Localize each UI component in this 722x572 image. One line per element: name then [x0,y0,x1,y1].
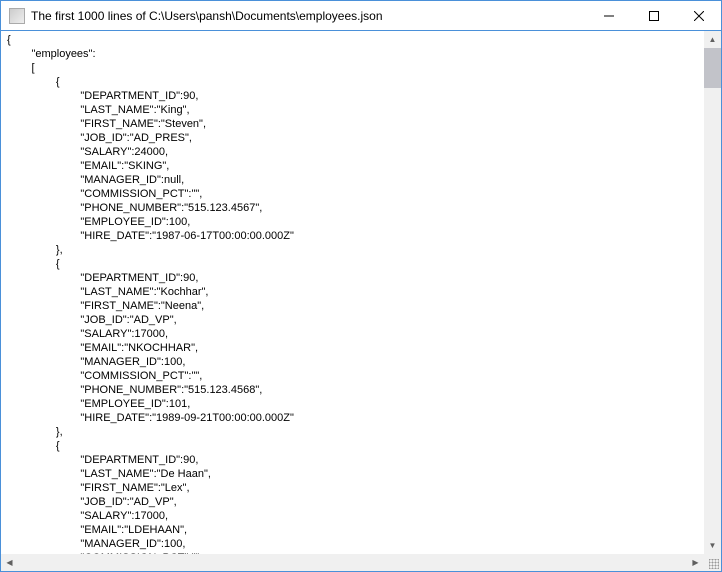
scroll-down-arrow-icon[interactable]: ▼ [704,537,721,554]
content-area: { "employees": [ { "DEPARTMENT_ID":90, "… [1,31,721,554]
vertical-scrollbar[interactable]: ▲ ▼ [704,31,721,554]
minimize-button[interactable] [586,1,631,30]
horizontal-scrollbar[interactable]: ◀ ▶ [1,554,721,571]
resize-grip-icon[interactable] [704,554,721,571]
json-text-view[interactable]: { "employees": [ { "DEPARTMENT_ID":90, "… [1,31,721,554]
window-title: The first 1000 lines of C:\Users\pansh\D… [31,9,383,23]
app-icon [9,8,25,24]
close-button[interactable] [676,1,721,30]
scroll-left-arrow-icon[interactable]: ◀ [1,554,18,571]
vertical-scroll-thumb[interactable] [704,48,721,88]
scroll-up-arrow-icon[interactable]: ▲ [704,31,721,48]
titlebar[interactable]: The first 1000 lines of C:\Users\pansh\D… [1,1,721,31]
maximize-button[interactable] [631,1,676,30]
vertical-scroll-track[interactable] [704,48,721,537]
scroll-right-arrow-icon[interactable]: ▶ [687,554,704,571]
window-controls [586,1,721,30]
